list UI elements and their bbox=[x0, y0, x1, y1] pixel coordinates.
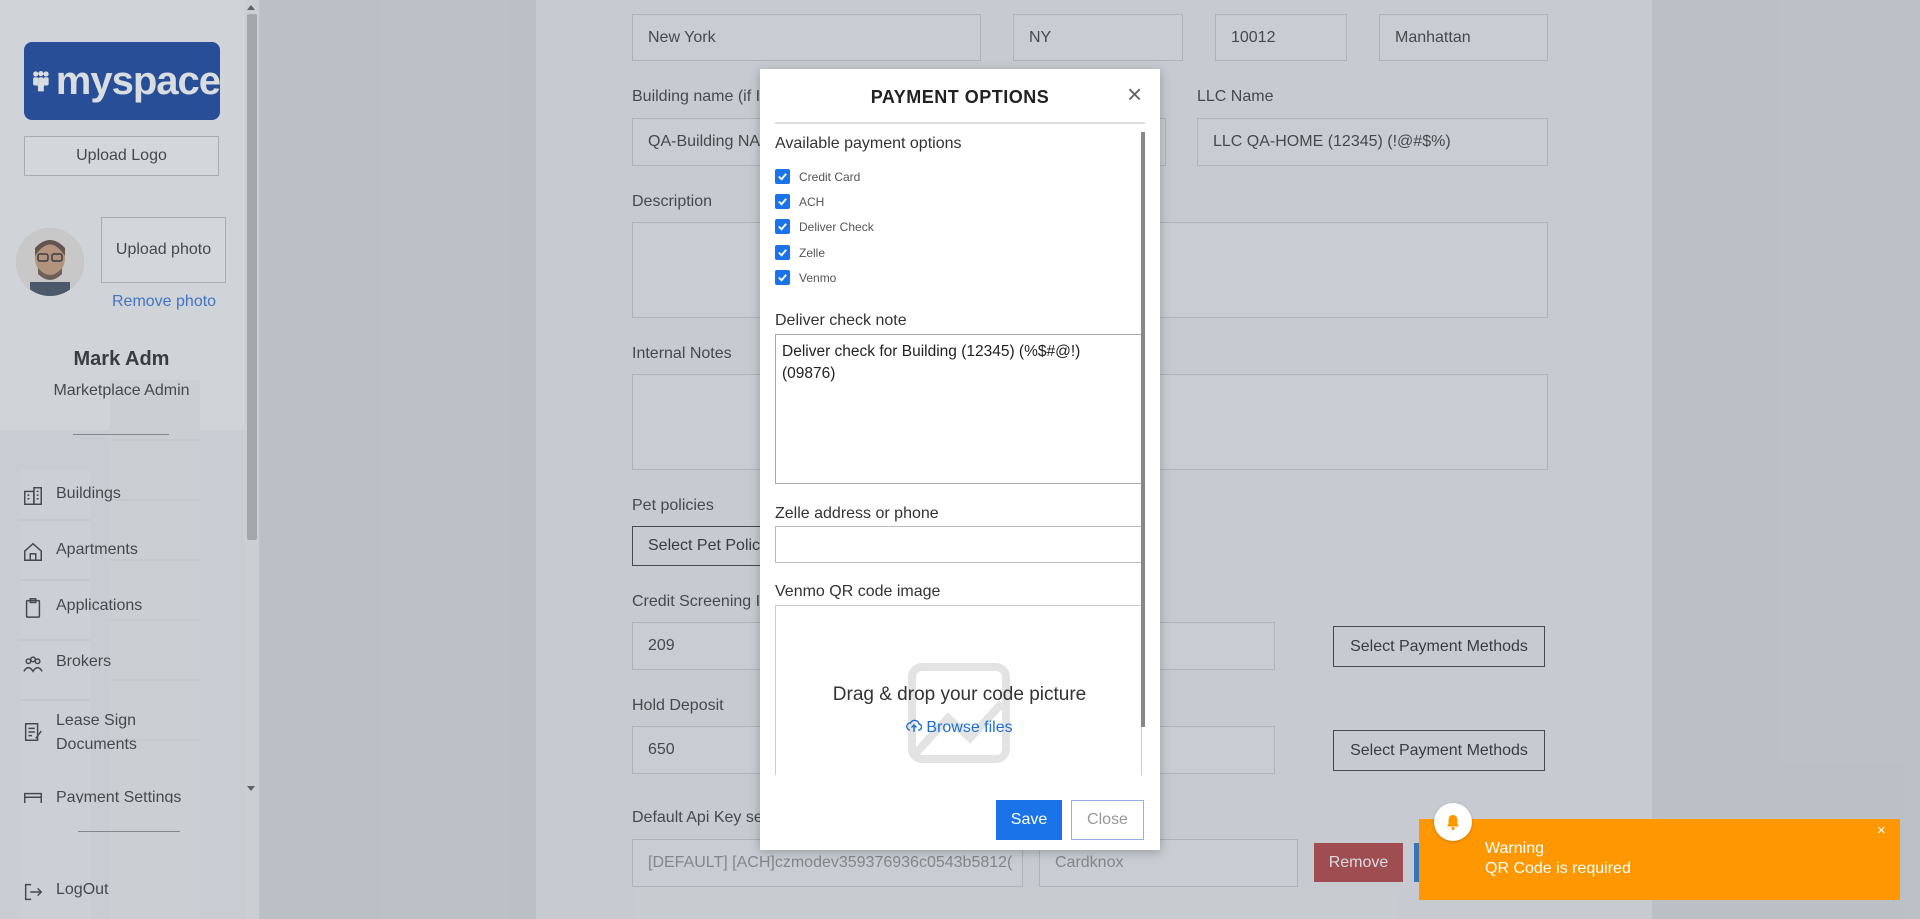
user-role: Marketplace Admin bbox=[53, 382, 190, 399]
option-zelle[interactable]: Zelle bbox=[775, 245, 825, 260]
sidebar-item-applications[interactable]: Applications bbox=[22, 597, 142, 619]
deliver-check-note-label: Deliver check note bbox=[775, 312, 907, 329]
document-sign-icon bbox=[24, 723, 42, 741]
sidebar-item-label: Apartments bbox=[56, 541, 138, 558]
sidebar-item-label: Buildings bbox=[56, 485, 121, 502]
sidebar-item-label: Lease Sign Documents bbox=[56, 712, 137, 753]
clipboard-icon bbox=[25, 598, 41, 618]
app-logo: myspace bbox=[24, 42, 221, 120]
checkbox-checked-icon[interactable] bbox=[775, 245, 790, 260]
save-button[interactable]: Save bbox=[996, 800, 1062, 840]
city-field[interactable]: New York bbox=[632, 14, 981, 61]
select-payment-methods-button[interactable]: Select Payment Methods bbox=[1333, 626, 1545, 667]
scroll-down-icon[interactable] bbox=[246, 785, 256, 793]
select-payment-methods-button[interactable]: Select Payment Methods bbox=[1333, 730, 1545, 771]
state-field[interactable]: NY bbox=[1013, 14, 1183, 61]
hold-deposit-label: Hold Deposit bbox=[632, 697, 724, 714]
sidebar-content: myspace Upload Logo Upload photo Remove … bbox=[0, 0, 245, 919]
close-icon[interactable]: × bbox=[1877, 822, 1886, 839]
upload-photo-button[interactable]: Upload photo bbox=[101, 217, 226, 283]
scroll-up-icon[interactable] bbox=[246, 3, 256, 11]
checkbox-checked-icon[interactable] bbox=[775, 219, 790, 234]
people-logo-icon bbox=[33, 71, 49, 92]
llc-name-field[interactable]: LLC QA-HOME (12345) (!@#$%) bbox=[1197, 118, 1548, 166]
logout-icon bbox=[24, 883, 43, 901]
logout-label: LogOut bbox=[56, 881, 109, 898]
checkbox-checked-icon[interactable] bbox=[775, 194, 790, 209]
browse-files-label: Browse files bbox=[926, 719, 1013, 736]
payment-options-modal: PAYMENT OPTIONS × Available payment opti… bbox=[760, 69, 1160, 850]
sidebar: myspace Upload Logo Upload photo Remove … bbox=[0, 0, 260, 919]
sidebar-item-payment-settings[interactable]: Payment Settings bbox=[22, 789, 181, 803]
remove-photo-link[interactable]: Remove photo bbox=[112, 293, 216, 311]
building-name-label: Building name (if I bbox=[632, 88, 761, 105]
home-icon bbox=[24, 542, 42, 561]
option-credit-card[interactable]: Credit Card bbox=[775, 169, 860, 184]
description-label: Description bbox=[632, 193, 713, 210]
sidebar-item-buildings[interactable]: Buildings bbox=[22, 485, 121, 507]
option-label: Zelle bbox=[799, 245, 826, 260]
user-photo bbox=[16, 228, 84, 296]
option-ach[interactable]: ACH bbox=[775, 194, 824, 209]
payment-icon bbox=[24, 792, 42, 803]
toast-message: QR Code is required bbox=[1485, 860, 1631, 877]
zelle-label: Zelle address or phone bbox=[775, 505, 939, 522]
option-venmo[interactable]: Venmo bbox=[775, 270, 836, 285]
browse-files-link[interactable]: Browse files bbox=[776, 718, 1141, 737]
upload-logo-button[interactable]: Upload Logo bbox=[24, 136, 219, 176]
upload-cloud-icon bbox=[906, 719, 923, 732]
checkbox-checked-icon[interactable] bbox=[775, 270, 790, 285]
divider bbox=[73, 434, 169, 435]
option-label: ACH bbox=[799, 194, 825, 209]
image-placeholder-icon bbox=[908, 663, 1010, 763]
dropzone-text: Drag & drop your code picture bbox=[832, 684, 1087, 705]
modal-title: PAYMENT OPTIONS bbox=[870, 87, 1050, 107]
close-button[interactable]: Close bbox=[1071, 800, 1144, 840]
option-label: Credit Card bbox=[799, 169, 861, 184]
option-label: Deliver Check bbox=[799, 219, 874, 234]
sidebar-item-brokers[interactable]: Brokers bbox=[22, 653, 111, 675]
logo-text: myspace bbox=[55, 58, 221, 103]
credit-screening-label: Credit Screening I bbox=[632, 593, 761, 610]
option-deliver-check[interactable]: Deliver Check bbox=[775, 219, 874, 234]
toast-title: Warning bbox=[1485, 840, 1544, 857]
divider bbox=[775, 122, 1145, 124]
sidebar-scrollbar-thumb[interactable] bbox=[247, 14, 257, 540]
option-label: Venmo bbox=[799, 270, 837, 285]
sidebar-item-label: Payment Settings bbox=[56, 789, 182, 803]
bell-icon bbox=[1434, 803, 1472, 841]
sidebar-item-label: Brokers bbox=[56, 653, 112, 670]
sidebar-item-apartments[interactable]: Apartments bbox=[22, 541, 138, 563]
sidebar-item-label: Applications bbox=[56, 597, 143, 614]
internal-notes-label: Internal Notes bbox=[632, 345, 732, 362]
venmo-qr-label: Venmo QR code image bbox=[775, 583, 941, 600]
building-icon bbox=[24, 487, 42, 505]
remove-api-key-button[interactable]: Remove bbox=[1314, 843, 1403, 882]
modal-scrollbar[interactable] bbox=[1141, 132, 1145, 727]
brokers-icon bbox=[23, 656, 43, 673]
deliver-check-note-field[interactable]: Deliver check for Building (12345) (%$#@… bbox=[775, 334, 1142, 484]
zip-field[interactable]: 10012 bbox=[1215, 14, 1347, 61]
default-api-key-label: Default Api Key se bbox=[632, 809, 763, 826]
logout-button[interactable]: LogOut bbox=[22, 881, 108, 903]
warning-toast: Warning QR Code is required × bbox=[1419, 803, 1900, 900]
divider bbox=[78, 831, 180, 832]
llc-name-label: LLC Name bbox=[1197, 88, 1274, 105]
sidebar-item-lease-sign[interactable]: Lease Sign Documents bbox=[22, 709, 146, 757]
close-icon[interactable]: × bbox=[1127, 79, 1142, 110]
checkbox-checked-icon[interactable] bbox=[775, 169, 790, 184]
pet-policies-label: Pet policies bbox=[632, 497, 714, 514]
venmo-qr-dropzone[interactable]: Drag & drop your code picture Browse fil… bbox=[775, 605, 1142, 775]
avatar[interactable] bbox=[16, 228, 84, 296]
neighborhood-field[interactable]: Manhattan bbox=[1379, 14, 1548, 61]
zelle-address-input[interactable] bbox=[775, 526, 1142, 563]
available-options-label: Available payment options bbox=[775, 135, 962, 152]
user-name: Mark Adm bbox=[73, 348, 170, 370]
